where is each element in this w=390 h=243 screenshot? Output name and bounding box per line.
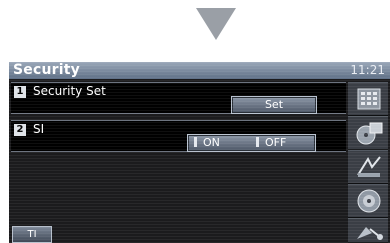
sidebar-audio-button[interactable] <box>348 150 388 184</box>
set-button[interactable]: Set <box>231 96 317 114</box>
speaker-icon <box>357 189 381 213</box>
media-icon <box>356 122 383 145</box>
row-number-badge: 2 <box>14 124 26 136</box>
device-screen: Security 11:21 1 Security Set Set 2 SI O… <box>9 62 390 243</box>
sidebar <box>347 79 390 243</box>
page-title: Security <box>13 62 80 78</box>
row-si: 2 SI ON OFF <box>11 120 346 152</box>
off-label: OFF <box>265 136 287 149</box>
sidebar-media-button[interactable] <box>348 116 388 150</box>
set-button-label: Set <box>264 98 284 111</box>
on-indicator-icon <box>194 137 197 147</box>
satellite-icon <box>357 227 383 240</box>
off-option[interactable]: OFF <box>256 136 286 150</box>
keypad-icon <box>357 88 381 110</box>
on-label: ON <box>203 136 220 149</box>
sidebar-satellite-button[interactable] <box>348 218 388 243</box>
row-label: SI <box>33 122 45 136</box>
audio-icon <box>357 156 381 177</box>
row-number-badge: 1 <box>14 86 26 98</box>
si-toggle: ON OFF <box>187 134 316 152</box>
header-bar: Security 11:21 <box>9 62 390 79</box>
row-label: Security Set <box>33 84 106 98</box>
on-option[interactable]: ON <box>194 136 220 150</box>
row-security-set: 1 Security Set Set <box>11 82 346 114</box>
ti-button[interactable]: TI <box>12 226 52 243</box>
sidebar-speaker-button[interactable] <box>348 184 388 218</box>
off-indicator-icon <box>256 137 259 147</box>
down-arrow-icon <box>196 8 236 40</box>
ti-label: TI <box>27 229 37 240</box>
clock: 11:21 <box>350 63 385 77</box>
sidebar-keypad-button[interactable] <box>348 82 388 116</box>
